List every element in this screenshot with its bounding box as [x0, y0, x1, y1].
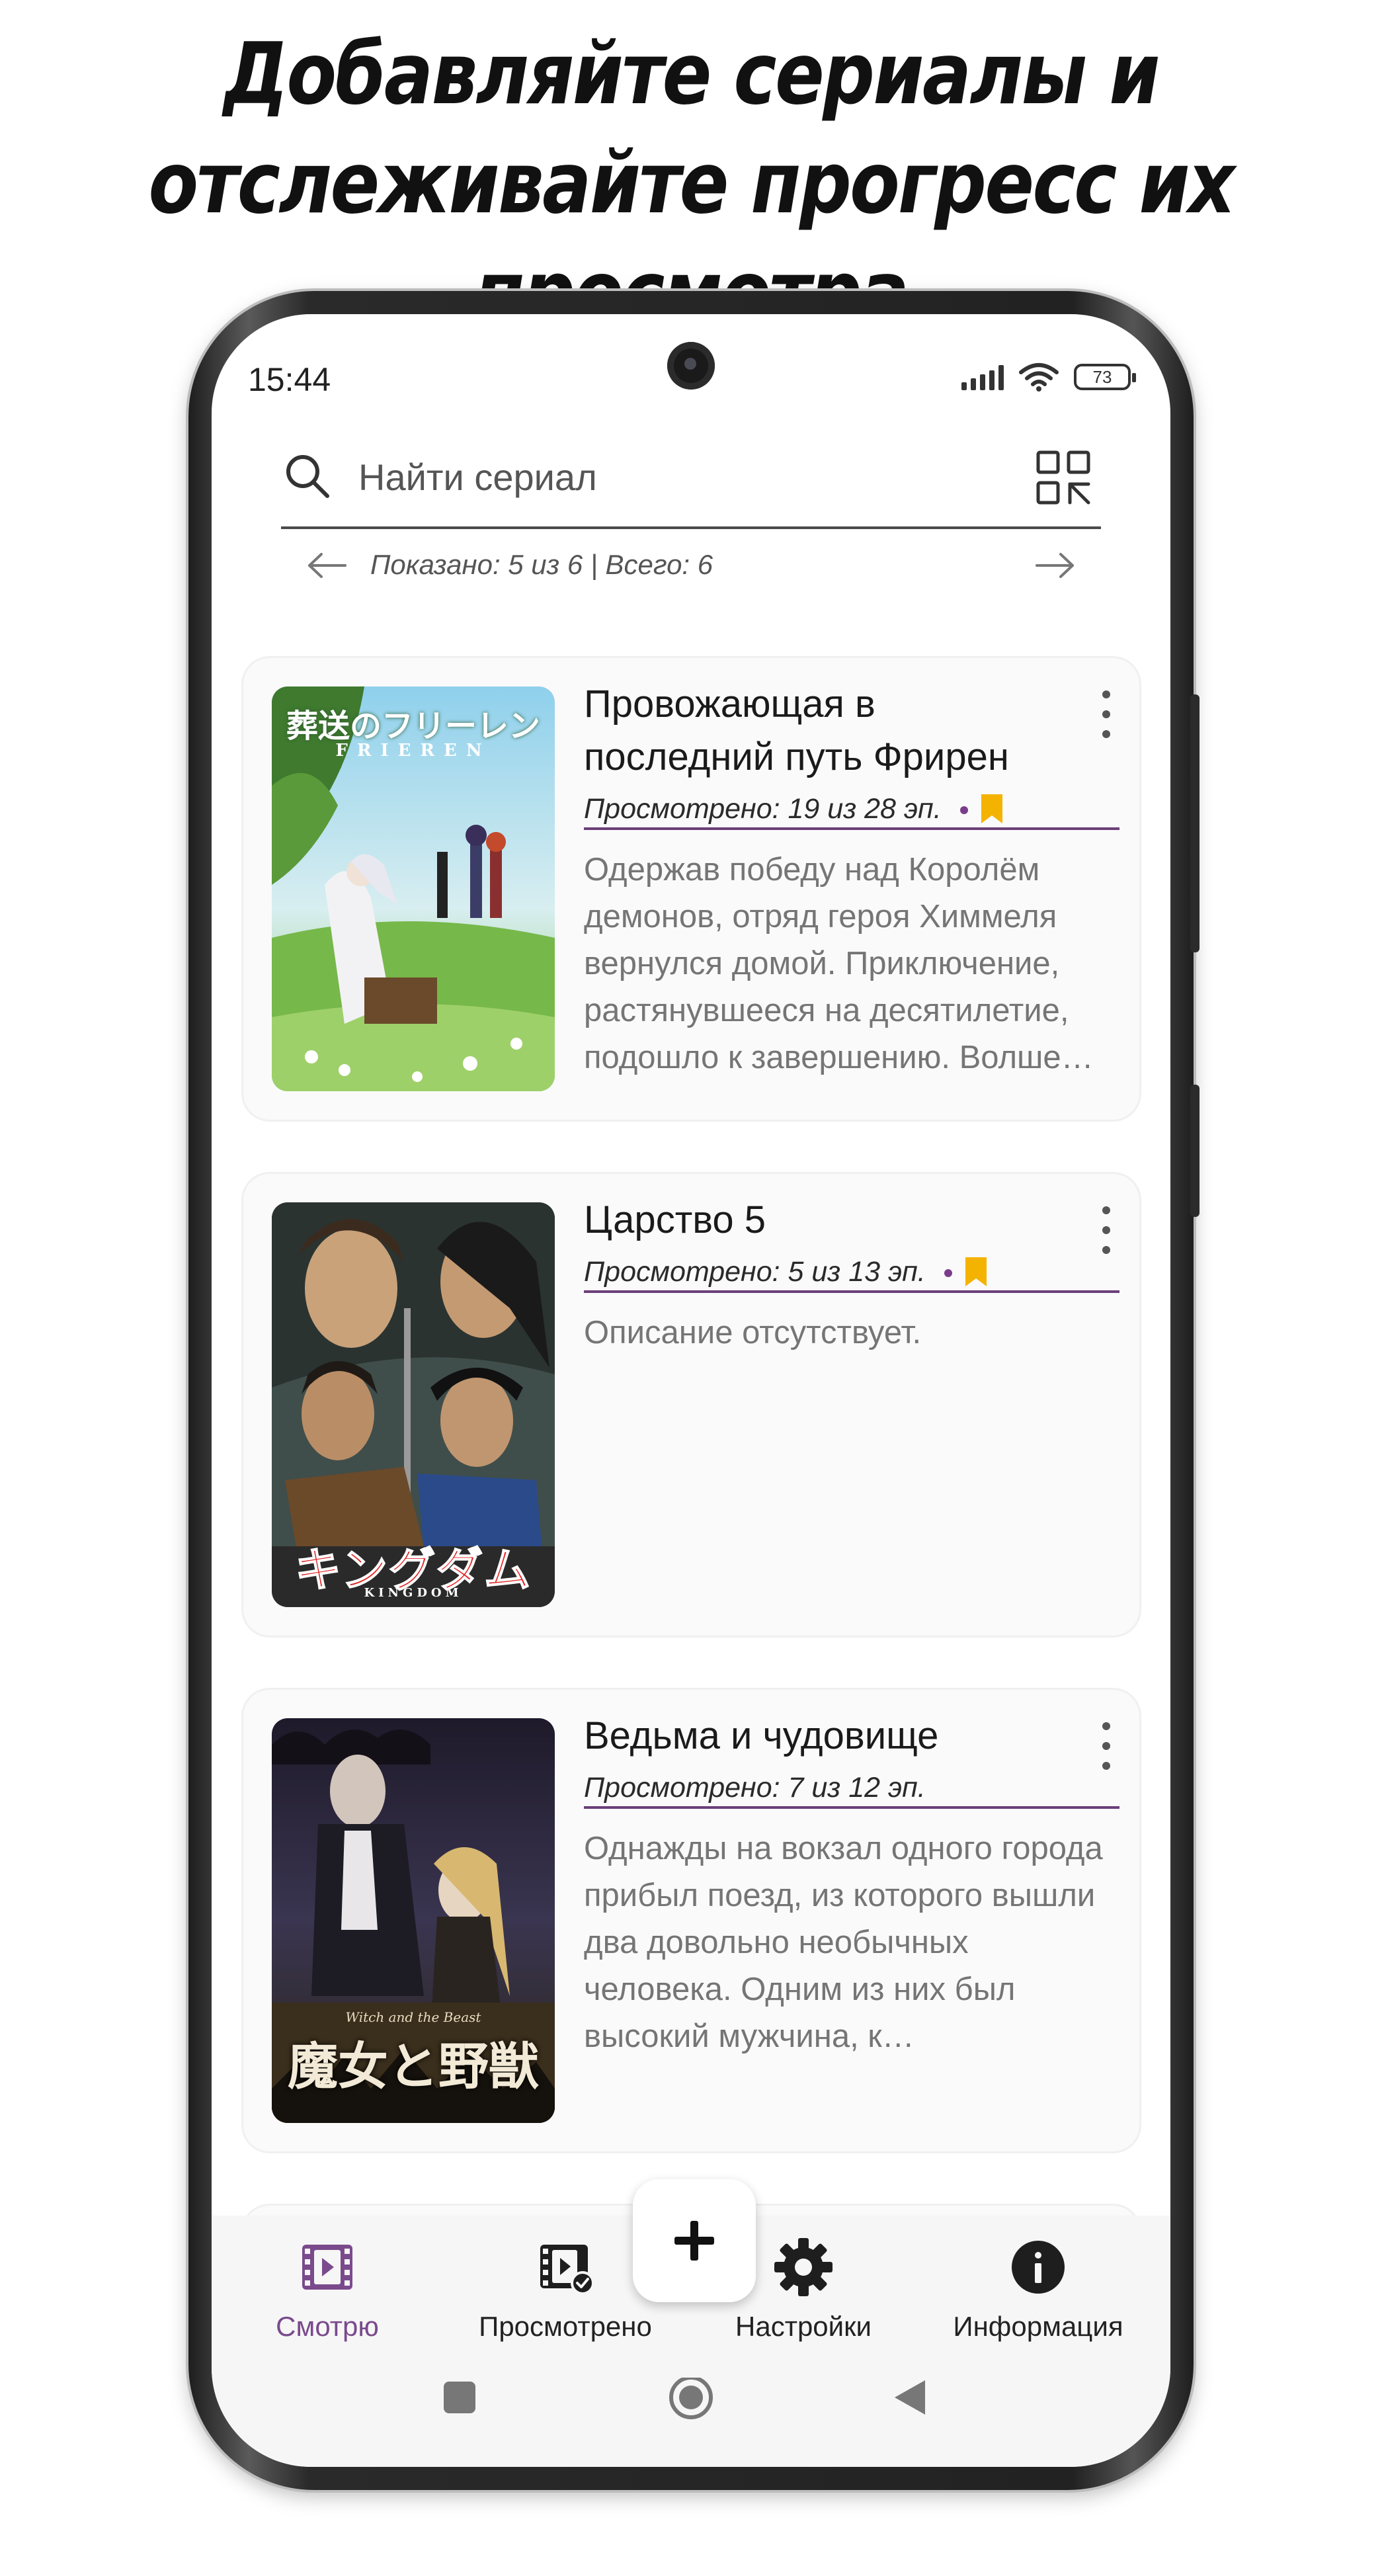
search-icon[interactable]: [281, 450, 334, 503]
nav-item-info[interactable]: Информация: [929, 2235, 1147, 2343]
nav-label: Информация: [953, 2311, 1123, 2342]
poster-image: Witch and the Beast 魔女と野獣: [272, 1718, 555, 2123]
more-vert-icon[interactable]: [1096, 1716, 1116, 1776]
volume-button: [1190, 694, 1199, 952]
series-card[interactable]: 葬送のフリーレン FRIEREN Провожающая в последний…: [243, 658, 1139, 1120]
progress-text: Просмотрено: 7 из 12 эп.: [584, 1772, 926, 1804]
poster-title-jp: 魔女と野獣: [288, 2037, 539, 2096]
arrow-left-icon[interactable]: [304, 542, 350, 589]
film-icon: [302, 2245, 352, 2290]
search-bar: [281, 430, 1101, 529]
series-description: Одержав победу над Королём демонов, отря…: [584, 852, 1094, 1075]
separator-dot: [959, 806, 968, 814]
nav-label: Просмотрено: [479, 2311, 652, 2342]
bookmark-icon[interactable]: [981, 794, 1002, 823]
promo-headline-line1: Добавляйте сериалы и: [224, 25, 1160, 124]
home-icon[interactable]: [665, 2378, 717, 2431]
series-title[interactable]: Царство 5: [584, 1194, 1067, 1247]
series-description: Описание отсутствует.: [584, 1315, 922, 1350]
series-title[interactable]: Ведьма и чудовище: [584, 1710, 1067, 1763]
bookmark-icon[interactable]: [965, 1257, 987, 1286]
wifi-icon: [1019, 363, 1059, 392]
progress-row: Просмотрено: 19 из 28 эп.: [584, 790, 1119, 830]
separator-dot: [944, 1269, 952, 1277]
progress-text: Просмотрено: 19 из 28 эп.: [584, 793, 942, 825]
front-camera: [667, 342, 715, 390]
series-card[interactable]: キングダム KINGDOM Царство 5 Просмотрено: 5 и…: [243, 1174, 1139, 1636]
poster-title-jp: 葬送のフリーレン: [286, 708, 540, 745]
poster-title-en: Witch and the Beast: [345, 2009, 481, 2025]
arrow-right-icon[interactable]: [1032, 542, 1078, 589]
progress-row: Просмотрено: 5 из 13 эп.: [584, 1253, 1119, 1293]
qr-scan-icon[interactable]: [1036, 450, 1091, 505]
signal-icon: [961, 364, 1004, 390]
power-button: [1190, 1085, 1199, 1217]
pager-summary: Показано: 5 из 6 | Всего: 6: [370, 549, 713, 580]
poster-title-en: FRIEREN: [335, 741, 491, 761]
series-card[interactable]: Witch and the Beast 魔女と野獣 Ведьма и чудов…: [243, 1690, 1139, 2151]
progress-row: Просмотрено: 7 из 12 эп.: [584, 1769, 1119, 1809]
series-description: Однажды на вокзал одного города прибыл п…: [584, 1831, 1103, 2054]
status-time: 15:44: [248, 361, 331, 398]
nav-label: Настройки: [735, 2311, 872, 2342]
info-icon: [1012, 2241, 1065, 2294]
film-check-icon: [540, 2245, 594, 2295]
battery-icon: 73: [1074, 364, 1136, 390]
progress-text: Просмотрено: 5 из 13 эп.: [584, 1256, 926, 1288]
series-title[interactable]: Провожающая в последний путь Фрирен: [584, 678, 1067, 784]
pager: Показано: 5 из 6 | Всего: 6: [281, 536, 1101, 595]
app-screen: 15:44 73 Найти сериал Показано: 5 из 6 |…: [212, 314, 1170, 2467]
search-input[interactable]: [357, 450, 955, 504]
poster-image: キングダム KINGDOM: [272, 1202, 555, 1607]
poster-title-en: KINGDOM: [364, 1586, 463, 1600]
nav-item-watching[interactable]: Смотрю: [218, 2235, 436, 2343]
add-series-button[interactable]: [633, 2179, 756, 2302]
gear-icon: [774, 2238, 833, 2296]
recents-icon[interactable]: [440, 2378, 479, 2417]
back-icon[interactable]: [889, 2378, 929, 2417]
nav-label: Смотрю: [276, 2311, 379, 2342]
plus-icon: [674, 2221, 714, 2261]
poster-image: 葬送のフリーレン FRIEREN: [272, 686, 555, 1091]
more-vert-icon[interactable]: [1096, 685, 1116, 744]
more-vert-icon[interactable]: [1096, 1200, 1116, 1260]
status-icons: 73: [961, 362, 1136, 392]
